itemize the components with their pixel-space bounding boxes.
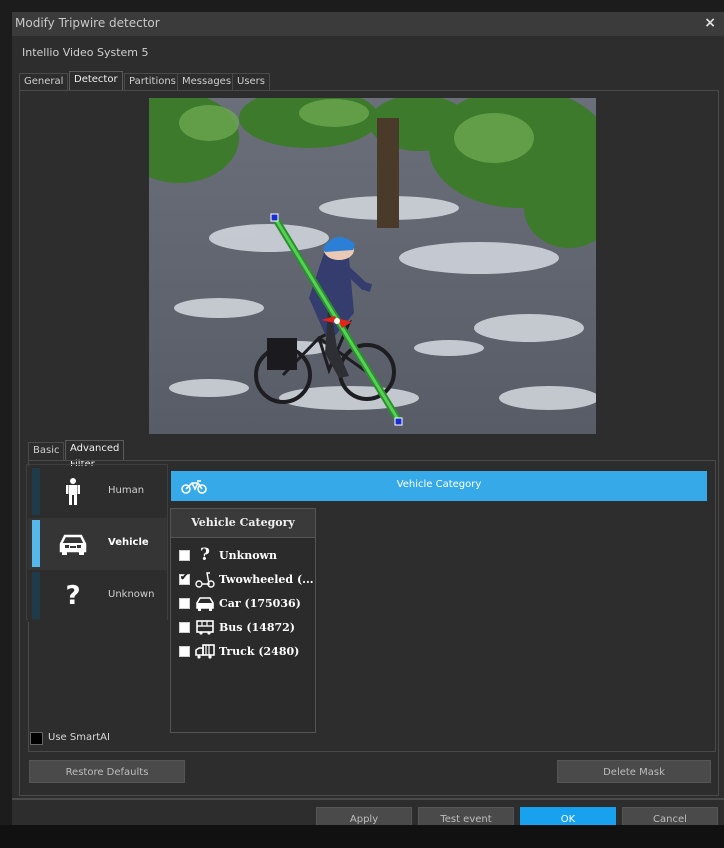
category-checkbox-car[interactable] (179, 598, 190, 609)
category-item-car[interactable]: Car (175036) (179, 594, 313, 614)
vehicle-category-list: ? Unknown Twowheeled (... (171, 537, 315, 732)
category-label-twowheeled: Twowheeled (... (219, 573, 314, 586)
tab-users[interactable]: Users (232, 73, 271, 91)
category-label-truck: Truck (2480) (219, 645, 300, 658)
vehicle-category-header[interactable]: Vehicle Category (171, 471, 707, 501)
window-title: Modify Tripwire detector (15, 16, 160, 30)
car-icon (195, 594, 215, 612)
dialog-window: Modify Tripwire detector × Intellio Vide… (12, 12, 724, 837)
category-checkbox-bus[interactable] (179, 622, 190, 633)
tab-advanced-filter[interactable]: Advanced Filter (65, 440, 125, 470)
tab-messages[interactable]: Messages (177, 73, 237, 91)
car-icon (58, 529, 88, 559)
human-icon (58, 477, 88, 507)
question-icon: ? (65, 581, 81, 611)
smartai-checkbox-box[interactable] (30, 732, 43, 745)
scooter-icon (195, 570, 215, 588)
tab-basic[interactable]: Basic (28, 442, 65, 460)
category-label-bus: Bus (14872) (219, 621, 295, 634)
tripwire-end-handle (394, 417, 403, 426)
selection-bar (32, 468, 40, 515)
category-item-twowheeled[interactable]: Twowheeled (... (179, 570, 314, 590)
class-item-human[interactable]: Human (28, 466, 167, 518)
class-item-vehicle[interactable]: Vehicle (28, 518, 167, 570)
title-bar[interactable]: Modify Tripwire detector × (12, 12, 724, 36)
category-item-bus[interactable]: Bus (14872) (179, 618, 313, 638)
footer-divider (12, 798, 724, 800)
category-label-unknown: Unknown (219, 549, 278, 562)
tripwire-start-handle (270, 213, 279, 222)
desktop-background (0, 825, 724, 848)
truck-icon (195, 642, 215, 660)
class-item-unknown[interactable]: ? Unknown (28, 570, 167, 622)
system-name: Intellio Video System 5 (22, 46, 149, 59)
tab-general[interactable]: General (19, 73, 69, 91)
tab-detector[interactable]: Detector (69, 71, 123, 91)
category-checkbox-twowheeled[interactable] (179, 572, 190, 585)
category-label-car: Car (175036) (219, 597, 301, 610)
selection-bar (32, 520, 40, 567)
category-item-truck[interactable]: Truck (2480) (179, 642, 313, 662)
video-preview[interactable] (149, 98, 596, 434)
dropdown-title: Vehicle Category (171, 509, 315, 537)
category-checkbox-unknown[interactable] (179, 550, 190, 561)
camera-frame (149, 98, 596, 434)
vehicle-category-dropdown: Vehicle Category ? Unknown Twowheeled (.… (170, 508, 316, 733)
bus-icon (195, 618, 215, 636)
class-label-human: Human (108, 485, 145, 496)
object-class-list: Human Vehicle ? Unknown (26, 464, 168, 622)
restore-defaults-button[interactable]: Restore Defaults (29, 760, 185, 783)
question-icon: ? (200, 545, 210, 565)
tab-partitions[interactable]: Partitions (124, 73, 181, 91)
class-label-unknown: Unknown (108, 589, 155, 600)
smartai-label: Use SmartAI (48, 732, 110, 743)
delete-mask-button[interactable]: Delete Mask (557, 760, 711, 783)
category-checkbox-truck[interactable] (179, 646, 190, 657)
category-item-unknown[interactable]: ? Unknown (179, 546, 313, 566)
class-label-vehicle: Vehicle (108, 537, 149, 548)
close-icon[interactable]: × (704, 15, 716, 31)
selection-bar (32, 572, 40, 619)
vehicle-category-header-label: Vehicle Category (396, 479, 482, 490)
